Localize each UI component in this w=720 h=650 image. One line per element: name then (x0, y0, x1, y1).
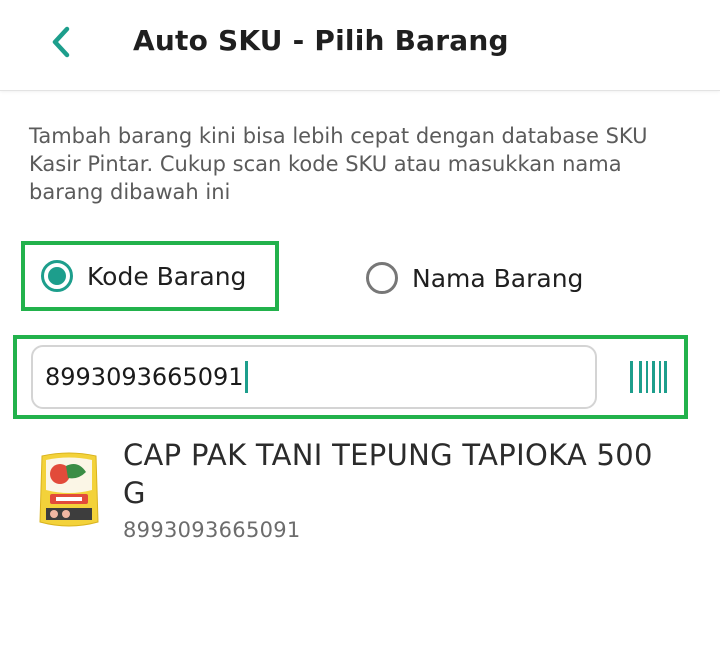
app-bar: Auto SKU - Pilih Barang (0, 0, 720, 91)
product-name: CAP PAK TANI TEPUNG TAPIOKA 500 G (123, 438, 653, 510)
product-code: 8993093665091 (123, 518, 301, 542)
radio-label: Nama Barang (412, 263, 584, 293)
radio-nama-barang[interactable]: Nama Barang (366, 258, 583, 298)
barcode-icon (630, 361, 667, 393)
list-item[interactable]: CAP PAK TANI TEPUNG TAPIOKA 500 G 899309… (0, 430, 720, 550)
back-button[interactable] (42, 22, 82, 62)
scan-barcode-button[interactable] (627, 355, 669, 399)
search-input-value: 8993093665091 (45, 363, 244, 391)
chevron-left-icon (52, 26, 70, 58)
page-title: Auto SKU - Pilih Barang (133, 24, 509, 57)
radio-label: Kode Barang (87, 261, 247, 291)
text-cursor (244, 361, 248, 393)
product-thumbnail (38, 450, 100, 530)
description-text: Tambah barang kini bisa lebih cepat deng… (29, 124, 648, 204)
radio-unselected-icon (366, 262, 398, 294)
radio-selected-icon (41, 260, 73, 292)
search-row: 8993093665091 (13, 335, 688, 419)
sku-search-input[interactable]: 8993093665091 (31, 345, 597, 409)
radio-kode-barang[interactable]: Kode Barang (21, 241, 279, 311)
